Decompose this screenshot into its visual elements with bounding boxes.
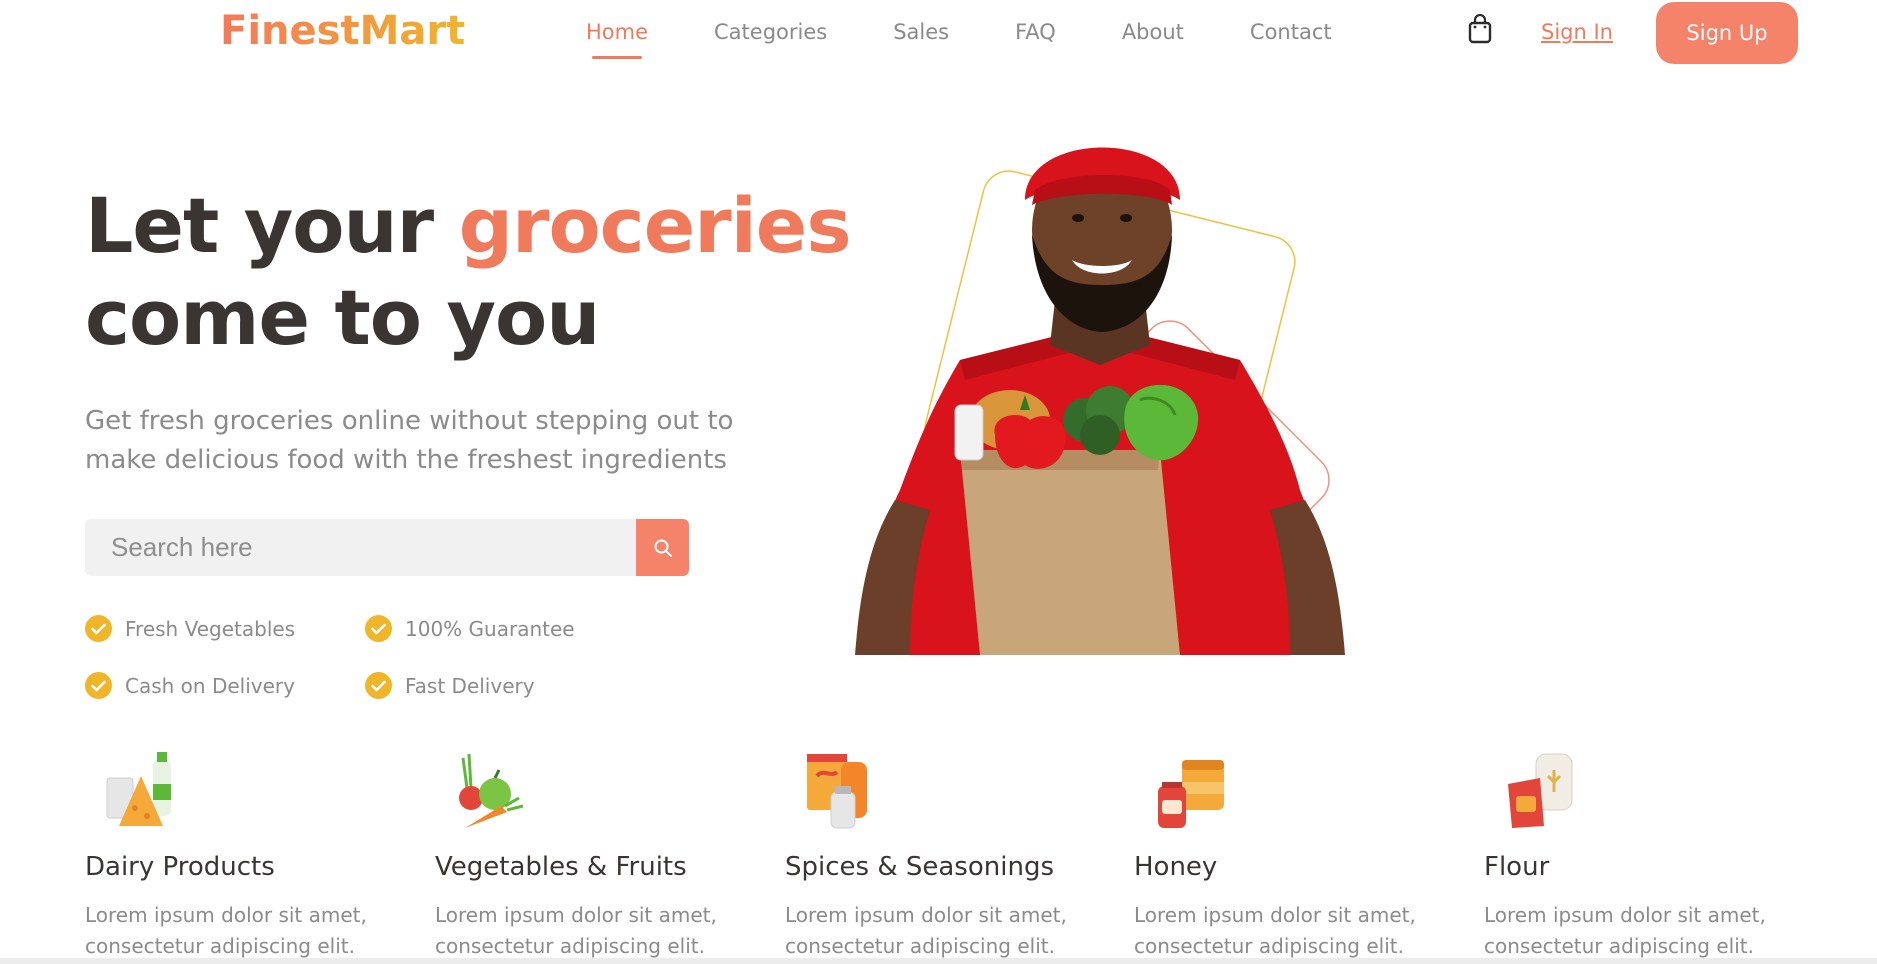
feature-label: Fast Delivery [405, 673, 535, 698]
nav-item-contact[interactable]: Contact [1250, 20, 1332, 44]
sign-in-link[interactable]: Sign In [1541, 20, 1613, 44]
feature-item: 100% Guarantee [365, 615, 645, 642]
site-header: FinestMart Home Categories Sales FAQ Abo… [0, 0, 1877, 70]
hero-image [820, 110, 1380, 685]
shopping-bag-icon[interactable] [1467, 13, 1493, 44]
hero-title-part1: Let your [85, 181, 459, 270]
search-icon [654, 539, 672, 557]
search-button[interactable] [636, 519, 689, 576]
feature-item: Cash on Delivery [85, 672, 365, 699]
spices-icon [805, 748, 879, 834]
category-title: Dairy Products [85, 852, 275, 882]
nav-item-about[interactable]: About [1122, 20, 1184, 44]
feature-item: Fast Delivery [365, 672, 645, 699]
hero-title-accent: groceries [458, 181, 852, 270]
category-description: Lorem ipsum dolor sit amet, consectetur … [435, 903, 717, 958]
hero-title: Let your groceries come to you [85, 180, 852, 364]
hero-subtitle: Get fresh groceries online without stepp… [85, 406, 734, 475]
category-title: Spices & Seasonings [785, 852, 1054, 882]
honey-icon [1154, 748, 1228, 834]
check-circle-icon [85, 672, 112, 699]
category-description: Lorem ipsum dolor sit amet, consectetur … [1134, 903, 1416, 958]
category-description: Lorem ipsum dolor sit amet, consectetur … [85, 903, 367, 958]
flour-icon [1504, 748, 1578, 834]
dairy-icon [105, 748, 179, 834]
feature-list: Fresh Vegetables 100% Guarantee Cash on … [85, 615, 645, 699]
feature-label: Cash on Delivery [125, 673, 295, 698]
nav-item-sales[interactable]: Sales [893, 20, 949, 44]
category-title: Vegetables & Fruits [435, 852, 687, 882]
feature-label: Fresh Vegetables [125, 616, 296, 641]
nav-item-faq[interactable]: FAQ [1015, 20, 1056, 44]
feature-label: 100% Guarantee [405, 616, 575, 641]
category-description: Lorem ipsum dolor sit amet, consectetur … [1484, 903, 1766, 958]
nav-item-categories[interactable]: Categories [714, 20, 827, 44]
search-input[interactable] [85, 519, 636, 576]
category-title: Honey [1134, 852, 1218, 882]
vegetables-icon [455, 748, 529, 834]
search-bar [85, 519, 689, 576]
category-title: Flour [1484, 852, 1550, 882]
check-circle-icon [365, 672, 392, 699]
category-description: Lorem ipsum dolor sit amet, consectetur … [785, 903, 1067, 958]
sign-up-button[interactable]: Sign Up [1656, 2, 1798, 64]
brand-logo[interactable]: FinestMart [220, 8, 465, 54]
check-circle-icon [365, 615, 392, 642]
check-circle-icon [85, 615, 112, 642]
bottom-divider [0, 958, 1877, 964]
nav-item-home[interactable]: Home [586, 20, 648, 59]
main-nav: Home Categories Sales FAQ About Contact [586, 20, 1332, 59]
feature-item: Fresh Vegetables [85, 615, 365, 642]
hero-title-part2: come to you [85, 273, 600, 362]
